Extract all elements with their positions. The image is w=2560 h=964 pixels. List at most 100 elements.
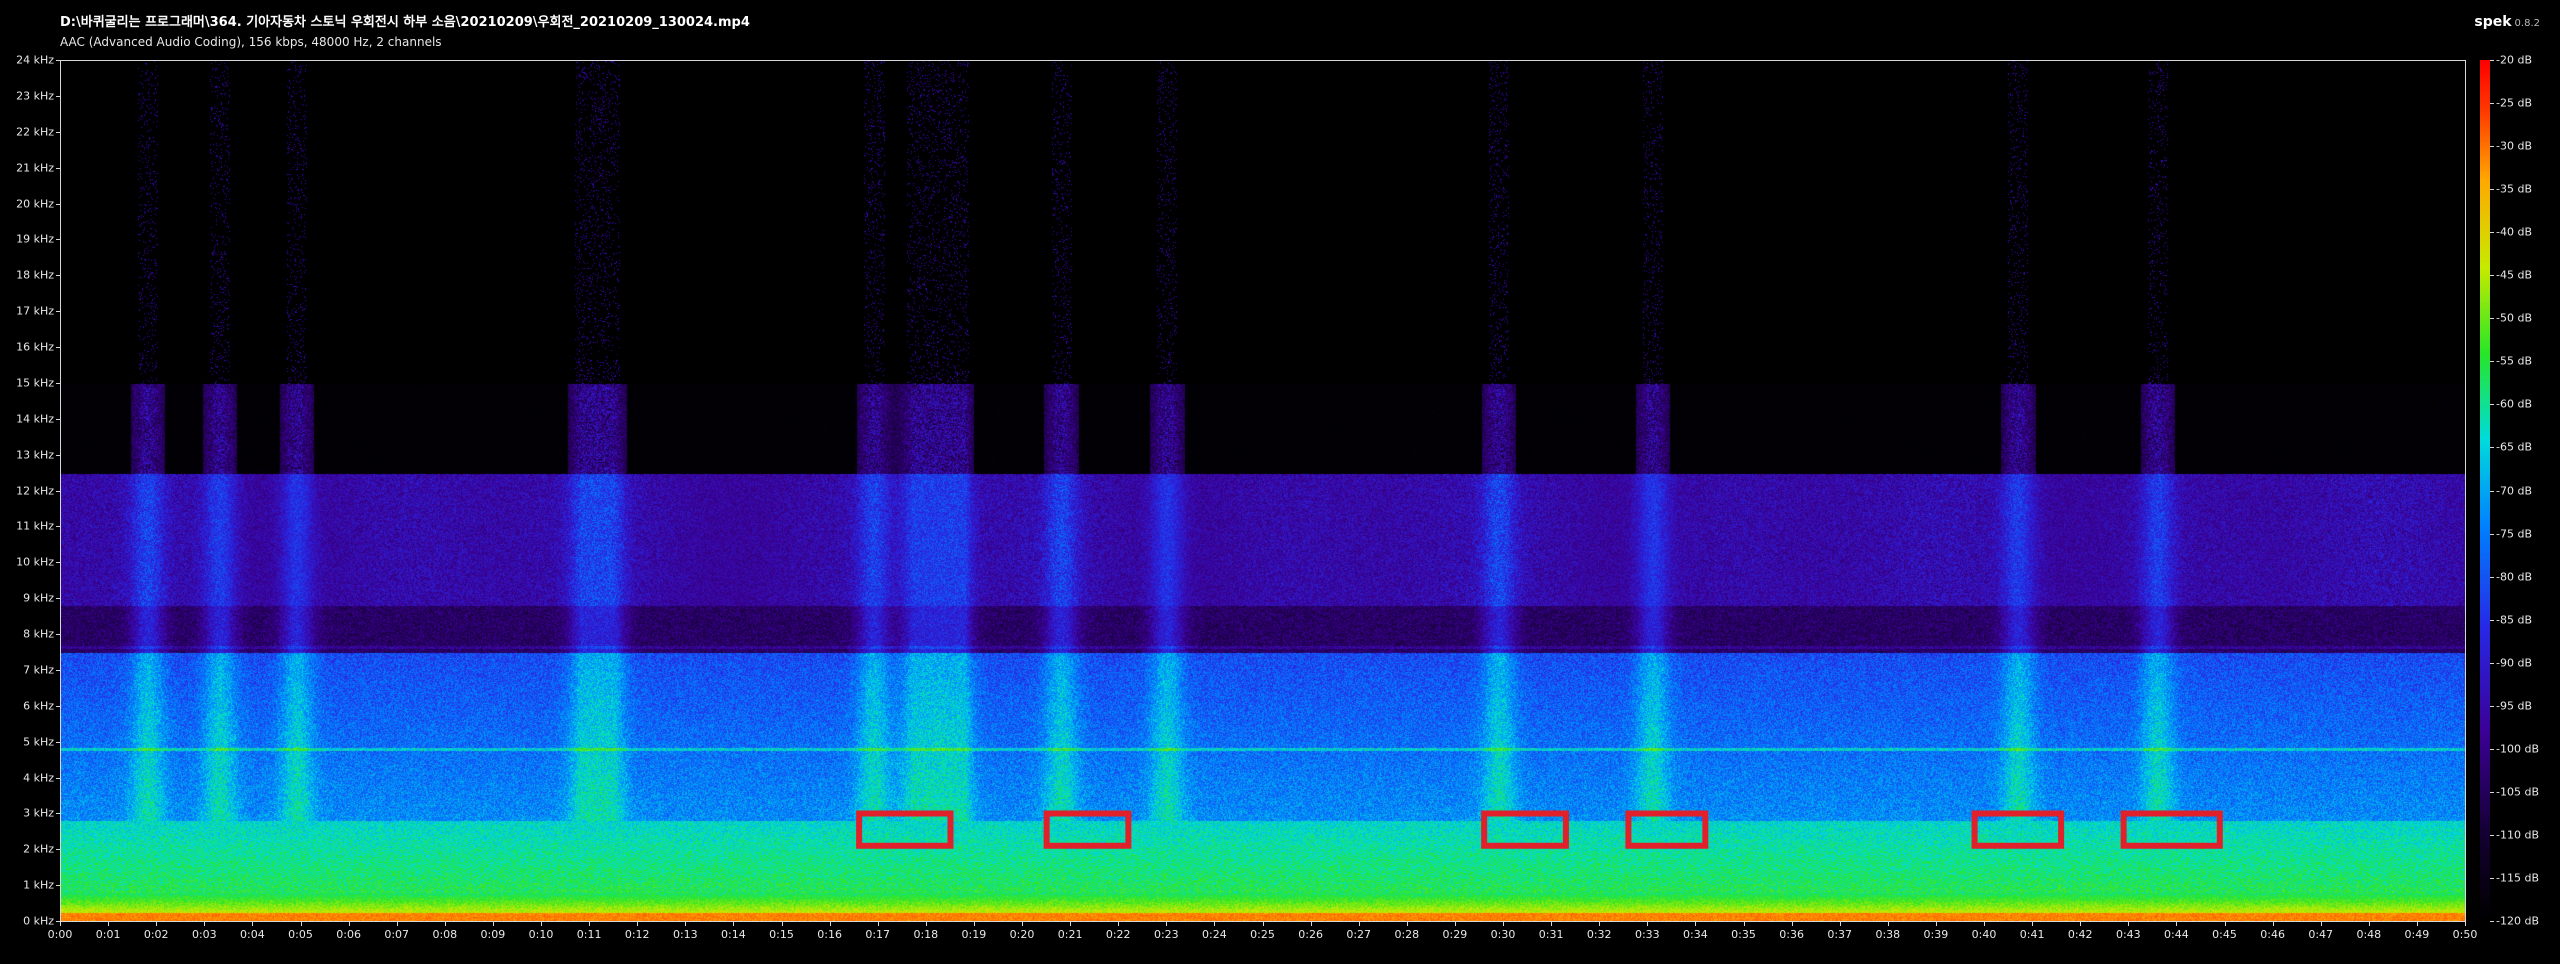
x-tick-label: 0:05 bbox=[288, 928, 313, 941]
x-tick-label: 0:45 bbox=[2212, 928, 2237, 941]
x-tick-label: 0:24 bbox=[1202, 928, 1227, 941]
colorbar-tick-label: -35 dB bbox=[2496, 182, 2532, 196]
y-tick-mark bbox=[56, 311, 60, 312]
y-tick-label: 24 kHz bbox=[16, 53, 54, 67]
y-tick-mark bbox=[56, 455, 60, 456]
y-tick-label: 5 kHz bbox=[23, 735, 54, 749]
x-tick-mark bbox=[2321, 922, 2322, 926]
x-tick-label: 0:15 bbox=[769, 928, 794, 941]
y-tick-mark bbox=[56, 885, 60, 886]
y-tick-label: 20 kHz bbox=[16, 197, 54, 210]
y-tick-mark bbox=[56, 239, 60, 240]
y-tick-mark bbox=[56, 849, 60, 850]
x-tick-label: 0:31 bbox=[1538, 928, 1564, 941]
y-tick-mark bbox=[56, 419, 60, 420]
x-tick-mark bbox=[156, 922, 157, 926]
x-tick-mark bbox=[541, 922, 542, 926]
y-tick-label: 9 kHz bbox=[23, 591, 54, 605]
colorbar-tick-mark bbox=[2490, 103, 2494, 104]
colorbar-tick-mark bbox=[2490, 275, 2494, 276]
colorbar-tick-mark bbox=[2490, 189, 2494, 190]
colorbar-tick-mark bbox=[2490, 404, 2494, 405]
colorbar-tick-mark bbox=[2490, 318, 2494, 319]
x-tick-mark bbox=[445, 922, 446, 926]
colorbar-tick-label: -75 dB bbox=[2496, 527, 2532, 541]
colorbar-tick-mark bbox=[2490, 146, 2494, 147]
x-tick-mark bbox=[2225, 922, 2226, 926]
x-tick-mark bbox=[1695, 922, 1696, 926]
y-tick-label: 1 kHz bbox=[23, 878, 54, 892]
highlight-box-3 bbox=[1481, 810, 1569, 849]
x-tick-mark bbox=[60, 922, 61, 926]
colorbar-tick-mark bbox=[2490, 878, 2494, 879]
x-tick-mark bbox=[830, 922, 831, 926]
x-tick-label: 0:27 bbox=[1346, 928, 1372, 941]
colorbar-tick-mark bbox=[2490, 620, 2494, 621]
y-tick-mark bbox=[56, 275, 60, 276]
y-tick-mark bbox=[56, 60, 60, 61]
x-tick-mark bbox=[1936, 922, 1937, 926]
spectrogram-plot[interactable] bbox=[60, 60, 2466, 922]
colorbar-tick-mark bbox=[2490, 835, 2494, 836]
x-tick-mark bbox=[1647, 922, 1648, 926]
x-tick-mark bbox=[108, 922, 109, 926]
x-tick-label: 0:38 bbox=[1875, 928, 1901, 941]
x-tick-label: 0:20 bbox=[1009, 928, 1035, 941]
y-tick-mark bbox=[56, 778, 60, 779]
y-tick-label: 8 kHz bbox=[23, 627, 54, 641]
x-tick-label: 0:34 bbox=[1683, 928, 1708, 941]
highlight-box-2 bbox=[1043, 810, 1132, 849]
codec-info: AAC (Advanced Audio Coding), 156 kbps, 4… bbox=[60, 35, 442, 49]
y-tick-label: 15 kHz bbox=[16, 376, 54, 390]
x-tick-mark bbox=[2369, 922, 2370, 926]
y-tick-mark bbox=[56, 132, 60, 133]
x-tick-mark bbox=[637, 922, 638, 926]
colorbar-tick-label: -115 dB bbox=[2496, 871, 2539, 885]
x-tick-mark bbox=[1311, 922, 1312, 926]
colorbar-tick-label: -110 dB bbox=[2496, 828, 2539, 842]
x-tick-mark bbox=[1840, 922, 1841, 926]
x-tick-mark bbox=[2273, 922, 2274, 926]
y-tick-mark bbox=[56, 491, 60, 492]
x-tick-label: 0:12 bbox=[624, 928, 650, 941]
x-tick-mark bbox=[1455, 922, 1456, 926]
x-tick-mark bbox=[493, 922, 494, 926]
x-tick-mark bbox=[1263, 922, 1264, 926]
x-tick-label: 0:40 bbox=[1971, 928, 1997, 941]
x-tick-label: 0:06 bbox=[336, 928, 361, 941]
x-tick-label: 0:36 bbox=[1779, 928, 1804, 941]
colorbar-tick-label: -60 dB bbox=[2496, 397, 2532, 411]
x-tick-mark bbox=[878, 922, 879, 926]
colorbar-tick-label: -25 dB bbox=[2496, 96, 2532, 110]
y-tick-mark bbox=[56, 562, 60, 563]
x-tick-mark bbox=[1214, 922, 1215, 926]
y-tick-label: 2 kHz bbox=[23, 842, 54, 856]
y-tick-label: 6 kHz bbox=[23, 699, 54, 713]
x-tick-label: 0:41 bbox=[2019, 928, 2045, 941]
x-tick-label: 0:18 bbox=[913, 928, 939, 941]
x-tick-label: 0:28 bbox=[1394, 928, 1420, 941]
x-tick-mark bbox=[1022, 922, 1023, 926]
y-tick-label: 13 kHz bbox=[16, 448, 54, 462]
file-path: D:\바퀴굴리는 프로그래머\364. 기아자동차 스토닉 우회전시 하부 소음… bbox=[60, 15, 750, 30]
y-tick-label: 0 kHz bbox=[23, 914, 54, 928]
x-tick-label: 0:29 bbox=[1442, 928, 1468, 941]
x-tick-mark bbox=[2032, 922, 2033, 926]
app-name: spek bbox=[2474, 14, 2512, 30]
y-tick-label: 18 kHz bbox=[16, 268, 54, 282]
x-tick-mark bbox=[204, 922, 205, 926]
x-tick-mark bbox=[782, 922, 783, 926]
x-tick-mark bbox=[926, 922, 927, 926]
y-tick-label: 4 kHz bbox=[23, 771, 54, 784]
y-tick-mark bbox=[56, 383, 60, 384]
x-tick-mark bbox=[733, 922, 734, 926]
x-tick-mark bbox=[589, 922, 590, 926]
colorbar-tick-mark bbox=[2490, 663, 2494, 664]
x-tick-label: 0:30 bbox=[1490, 928, 1516, 941]
x-tick-label: 0:13 bbox=[672, 928, 698, 941]
x-tick-mark bbox=[397, 922, 398, 926]
x-tick-mark bbox=[685, 922, 686, 926]
colorbar-tick-label: -95 dB bbox=[2496, 699, 2532, 713]
colorbar-tick-label: -120 dB bbox=[2496, 914, 2539, 928]
colorbar-tick-mark bbox=[2490, 921, 2494, 922]
